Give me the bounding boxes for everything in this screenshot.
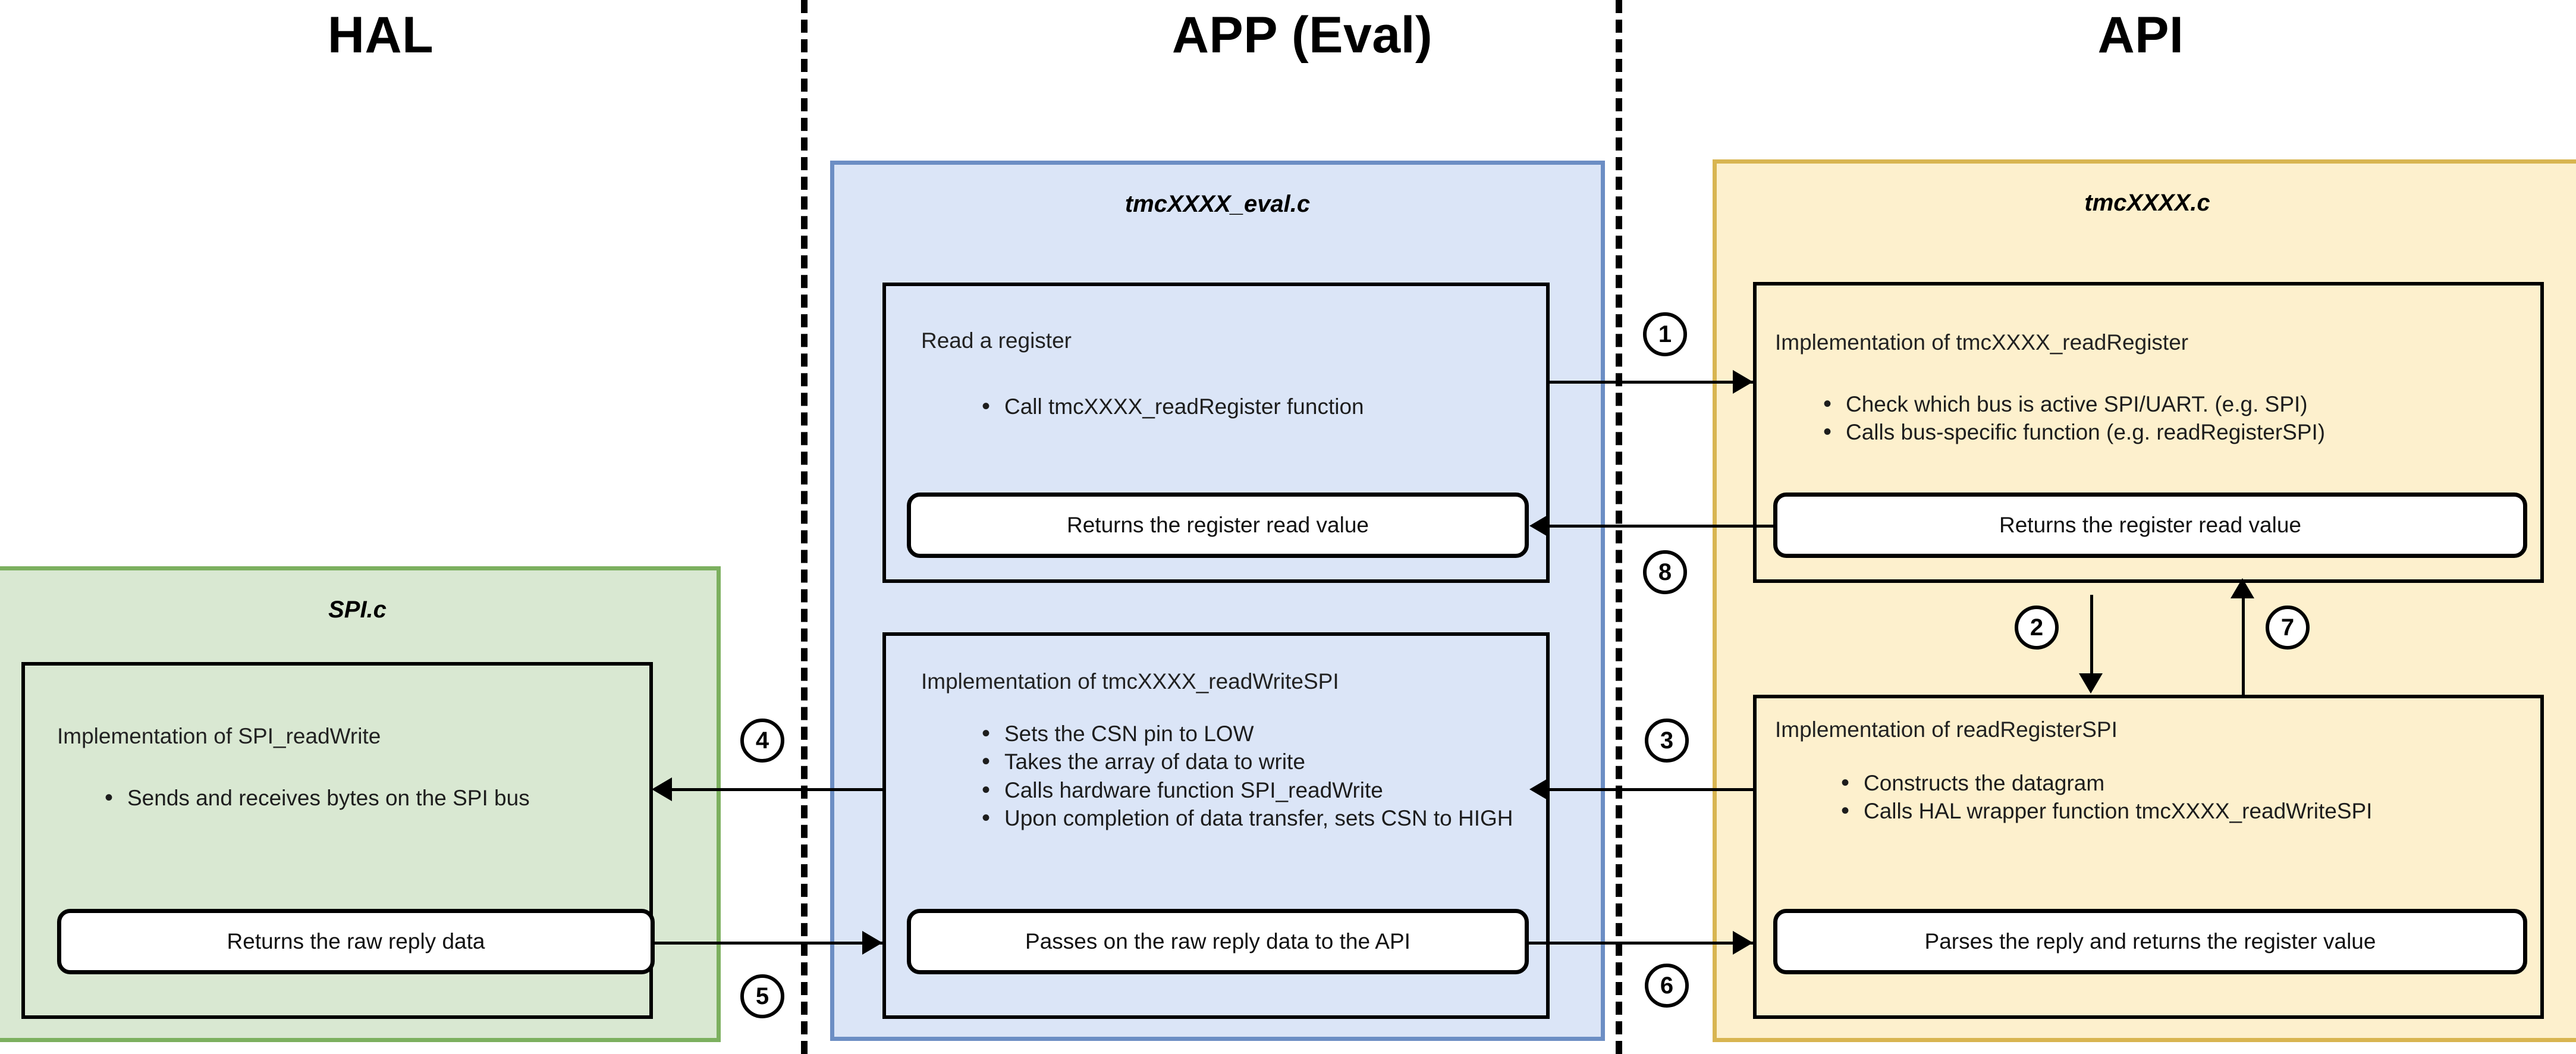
arrow-step-7 <box>2242 598 2245 695</box>
pill-read-a-register-returns: Returns the register read value <box>907 493 1529 558</box>
list-item: Sends and receives bytes on the SPI bus <box>101 783 636 814</box>
step-label: 7 <box>2280 614 2295 641</box>
panel-title-tmcxxxx-c: tmcXXXX.c <box>2084 190 2210 216</box>
step-label: 6 <box>1660 972 1674 999</box>
pill-tmc-readwritespi-returns: Passes on the raw reply data to the API <box>907 909 1529 974</box>
list-item: Calls hardware function SPI_readWrite <box>978 775 1531 806</box>
step-badge-6: 6 <box>1645 964 1689 1008</box>
box-tmc-readwritespi-bullets: Sets the CSN pin to LOW Takes the array … <box>978 719 1531 834</box>
arrow-step-6 <box>1529 942 1753 945</box>
arrow-step-1 <box>1550 381 1753 384</box>
step-badge-4: 4 <box>740 719 784 763</box>
pill-tmc-readregister-returns: Returns the register read value <box>1773 493 2527 558</box>
list-item: Calls HAL wrapper function tmcXXXX_readW… <box>1837 796 2527 827</box>
list-item: Call tmcXXXX_readRegister function <box>978 391 1537 422</box>
list-item: Calls bus-specific function (e.g. readRe… <box>1820 417 2521 448</box>
column-title-hal: HAL <box>327 7 434 64</box>
arrowhead-step-8 <box>1529 514 1550 538</box>
step-label: 2 <box>2030 614 2044 641</box>
pill-label: Returns the register read value <box>1067 513 1369 537</box>
arrow-step-2 <box>2090 595 2093 675</box>
pill-readregisterspi-returns: Parses the reply and returns the registe… <box>1773 909 2527 974</box>
box-readregisterspi-heading: Implementation of readRegisterSPI <box>1775 717 2118 742</box>
list-item: Sets the CSN pin to LOW <box>978 719 1531 749</box>
list-item: Takes the array of data to write <box>978 746 1531 777</box>
step-badge-2: 2 <box>2015 606 2059 650</box>
step-label: 5 <box>755 983 769 1009</box>
column-title-app: APP (Eval) <box>1171 7 1433 64</box>
arrow-step-4 <box>672 788 882 791</box>
step-badge-7: 7 <box>2266 606 2310 650</box>
step-badge-5: 5 <box>740 974 784 1018</box>
step-label: 8 <box>1658 559 1672 585</box>
arrowhead-step-1 <box>1733 370 1753 394</box>
step-badge-1: 1 <box>1643 312 1687 356</box>
box-read-a-register-heading: Read a register <box>921 328 1072 353</box>
pill-label: Passes on the raw reply data to the API <box>1025 929 1410 953</box>
panel-title-spi-c: SPI.c <box>328 597 387 623</box>
box-read-a-register-bullets: Call tmcXXXX_readRegister function <box>978 391 1537 422</box>
diagram-canvas: HAL APP (Eval) API tmcXXXX_eval.c Read a… <box>0 0 2576 1054</box>
column-divider-hal-app <box>801 0 808 1054</box>
panel-title-tmcxxxx-eval-c: tmcXXXX_eval.c <box>1124 191 1311 217</box>
box-spi-readwrite-bullets: Sends and receives bytes on the SPI bus <box>101 783 636 814</box>
step-label: 3 <box>1660 727 1674 754</box>
box-tmc-readwritespi-heading: Implementation of tmcXXXX_readWriteSPI <box>921 669 1339 694</box>
box-spi-readwrite-heading: Implementation of SPI_readWrite <box>57 724 381 748</box>
arrow-step-3 <box>1550 788 1753 791</box>
column-title-api: API <box>2097 7 2184 64</box>
pill-label: Returns the raw reply data <box>227 929 485 953</box>
step-badge-8: 8 <box>1643 550 1687 594</box>
arrowhead-step-7 <box>2231 578 2254 598</box>
step-badge-3: 3 <box>1645 719 1689 763</box>
list-item: Upon completion of data transfer, sets C… <box>978 803 1531 834</box>
arrowhead-step-6 <box>1733 931 1753 955</box>
arrow-step-5 <box>655 942 882 945</box>
box-readregisterspi-bullets: Constructs the datagram Calls HAL wrappe… <box>1837 768 2527 827</box>
pill-label: Returns the register read value <box>1999 513 2301 537</box>
box-tmc-readregister-heading: Implementation of tmcXXXX_readRegister <box>1775 330 2189 355</box>
step-label: 4 <box>755 727 769 754</box>
arrow-step-8 <box>1550 525 1773 528</box>
arrowhead-step-2 <box>2079 673 2103 694</box>
arrowhead-step-5 <box>862 931 882 955</box>
pill-label: Parses the reply and returns the registe… <box>1924 929 2376 953</box>
box-tmc-readregister-bullets: Check which bus is active SPI/UART. (e.g… <box>1820 389 2521 448</box>
list-item: Constructs the datagram <box>1837 768 2527 799</box>
list-item: Check which bus is active SPI/UART. (e.g… <box>1820 389 2521 420</box>
arrowhead-step-3 <box>1529 777 1550 801</box>
step-label: 1 <box>1658 321 1672 347</box>
pill-spi-readwrite-returns: Returns the raw reply data <box>57 909 655 974</box>
arrowhead-step-4 <box>652 777 672 801</box>
